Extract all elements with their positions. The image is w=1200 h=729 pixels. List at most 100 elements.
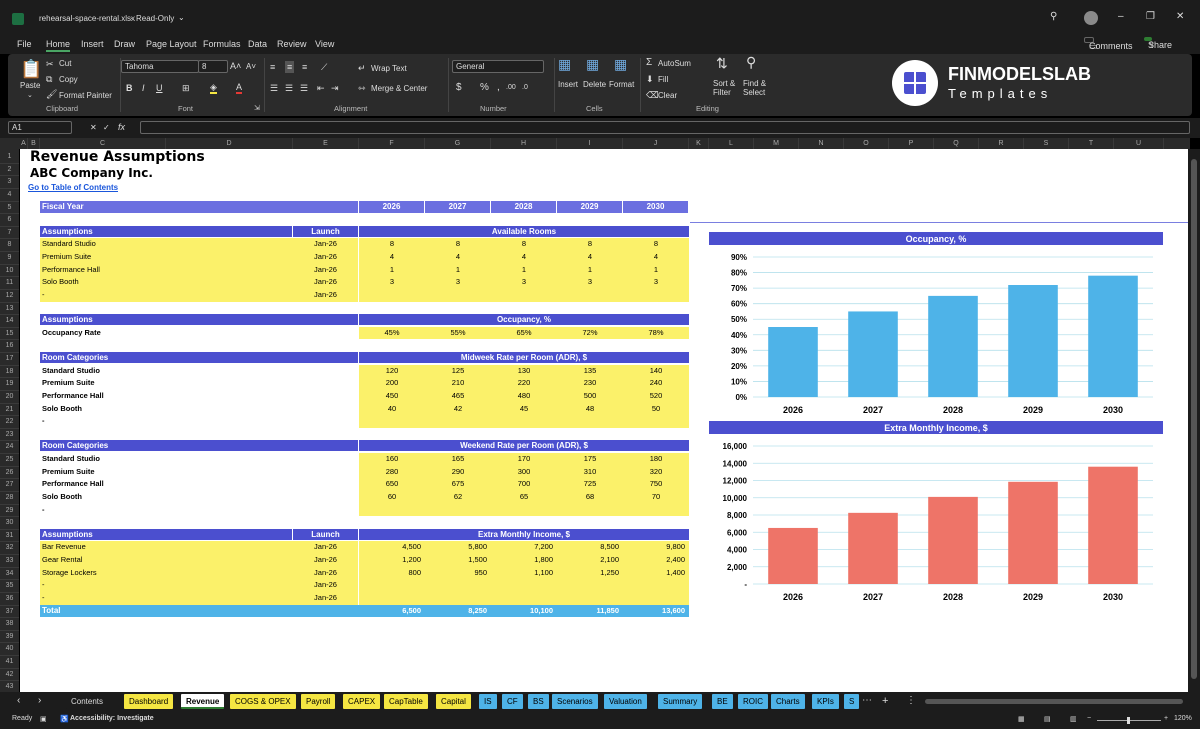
delete-cells-button[interactable]: Delete xyxy=(583,80,606,89)
currency-icon[interactable]: $ xyxy=(456,83,462,93)
bar[interactable] xyxy=(1008,481,1058,584)
sheet-tab-dashboard[interactable]: Dashboard xyxy=(124,694,174,709)
row-header[interactable]: 10 xyxy=(0,265,19,278)
formula-input[interactable] xyxy=(140,121,1190,134)
next-sheet-icon[interactable]: › xyxy=(38,696,41,706)
sheet-tab-capex[interactable]: CAPEX xyxy=(343,694,381,709)
row-header[interactable]: 27 xyxy=(0,479,19,492)
row-header[interactable]: 31 xyxy=(0,530,19,543)
horizontal-scrollbar[interactable] xyxy=(925,699,1183,704)
zoom-slider-thumb[interactable] xyxy=(1127,717,1130,724)
column-header[interactable]: N xyxy=(799,138,844,149)
row-header[interactable]: 33 xyxy=(0,555,19,568)
font-name-select[interactable]: Tahoma xyxy=(121,60,199,73)
add-sheet-icon[interactable]: + xyxy=(882,696,888,707)
font-size-select[interactable]: 8 xyxy=(198,60,228,73)
chevron-down-icon[interactable]: ⌄ xyxy=(178,13,185,23)
borders-icon[interactable]: ⊞ xyxy=(182,83,190,93)
row-header[interactable]: 1 xyxy=(0,151,19,164)
bold-icon[interactable]: B xyxy=(126,83,133,93)
row-header[interactable]: 9 xyxy=(0,252,19,265)
row-header[interactable]: 14 xyxy=(0,315,19,328)
italic-icon[interactable]: I xyxy=(142,83,145,93)
underline-icon[interactable]: U xyxy=(156,83,163,93)
align-right-icon[interactable]: ☰ xyxy=(300,83,308,93)
column-header[interactable]: I xyxy=(557,138,623,149)
row-header[interactable]: 42 xyxy=(0,669,19,682)
paste-button[interactable]: Paste xyxy=(20,81,40,90)
column-header[interactable]: K xyxy=(689,138,709,149)
row-header[interactable]: 18 xyxy=(0,366,19,379)
sheet-tab-cf[interactable]: CF xyxy=(502,694,523,709)
page-break-view-icon[interactable]: ▥ xyxy=(1070,715,1077,723)
row-header[interactable]: 34 xyxy=(0,568,19,581)
page-layout-view-icon[interactable]: ▤ xyxy=(1044,715,1051,723)
zoom-level[interactable]: 120% xyxy=(1174,715,1192,722)
sheet-tab-be[interactable]: BE xyxy=(712,694,733,709)
grow-font-icon[interactable]: A˄ xyxy=(230,61,241,71)
row-header[interactable]: 29 xyxy=(0,505,19,518)
sheet-tab-cogs-opex[interactable]: COGS & OPEX xyxy=(230,694,296,709)
column-header[interactable]: L xyxy=(709,138,754,149)
menu-formulas[interactable]: Formulas xyxy=(203,39,241,49)
comments-button[interactable]: ▭ Comments xyxy=(1084,37,1133,51)
worksheet-grid[interactable]: Revenue Assumptions ABC Company Inc. Go … xyxy=(20,149,1188,692)
menu-data[interactable]: Data xyxy=(248,39,267,49)
row-header[interactable]: 36 xyxy=(0,593,19,606)
align-center-icon[interactable]: ☰ xyxy=(285,83,293,93)
column-header[interactable]: M xyxy=(754,138,799,149)
prev-sheet-icon[interactable]: ‹ xyxy=(17,696,20,706)
font-color-icon[interactable]: A xyxy=(236,82,243,94)
chart-0[interactable]: Occupancy, % 0% 10% 20% 30% 40% 50% 60% 70% 80% 90… xyxy=(709,232,1163,415)
more-options-icon[interactable]: ⋮ xyxy=(906,696,916,706)
bar[interactable] xyxy=(1088,466,1138,584)
sheet-tab-is[interactable]: IS xyxy=(479,694,497,709)
fill-color-icon[interactable]: ◈ xyxy=(210,82,217,94)
sheet-tab-roic[interactable]: ROIC xyxy=(738,694,768,709)
row-header[interactable]: 39 xyxy=(0,631,19,644)
dialog-launcher-icon[interactable]: ⇲ xyxy=(254,104,260,114)
fill-button[interactable]: Fill xyxy=(658,75,668,84)
normal-view-icon[interactable]: ▦ xyxy=(1018,715,1025,723)
row-header[interactable]: 15 xyxy=(0,328,19,341)
sheet-tab-payroll[interactable]: Payroll xyxy=(301,694,336,709)
align-top-icon[interactable]: ≡ xyxy=(270,62,275,72)
column-header[interactable]: D xyxy=(166,138,293,149)
row-header[interactable]: 37 xyxy=(0,606,19,619)
autosum-button[interactable]: AutoSum xyxy=(658,59,691,68)
column-header[interactable]: J xyxy=(623,138,689,149)
column-header[interactable]: A xyxy=(20,138,28,149)
row-header[interactable]: 32 xyxy=(0,542,19,556)
share-button[interactable]: ⇪ Share xyxy=(1144,37,1172,50)
accessibility-status[interactable]: Accessibility: Investigate xyxy=(70,715,154,722)
row-header[interactable]: 11 xyxy=(0,277,19,290)
bar[interactable] xyxy=(848,311,898,397)
sheet-tab-summary[interactable]: Summary xyxy=(658,694,703,709)
row-header[interactable]: 30 xyxy=(0,517,19,530)
sheet-tab-kpis[interactable]: KPIs xyxy=(812,694,839,709)
bar[interactable] xyxy=(768,527,818,584)
row-header[interactable]: 22 xyxy=(0,416,19,429)
row-header[interactable]: 28 xyxy=(0,492,19,505)
comma-style-icon[interactable]: , xyxy=(497,83,500,93)
decrease-indent-icon[interactable]: ⇤ xyxy=(317,83,325,93)
row-header[interactable]: 38 xyxy=(0,618,19,631)
bar[interactable] xyxy=(1008,285,1058,397)
column-header[interactable]: O xyxy=(844,138,889,149)
sheet-tab-capital[interactable]: Capital xyxy=(436,694,471,709)
menu-review[interactable]: Review xyxy=(277,39,307,49)
column-header[interactable]: E xyxy=(293,138,359,149)
zoom-in-icon[interactable]: + xyxy=(1164,715,1168,722)
row-header[interactable]: 40 xyxy=(0,643,19,657)
bar[interactable] xyxy=(848,512,898,584)
row-header[interactable]: 3 xyxy=(0,176,19,189)
column-header[interactable]: P xyxy=(889,138,934,149)
row-header[interactable]: 41 xyxy=(0,656,19,669)
column-header[interactable]: C xyxy=(40,138,166,149)
increase-decimal-icon[interactable]: .00 xyxy=(506,83,516,93)
menu-home[interactable]: Home xyxy=(46,39,71,52)
decrease-decimal-icon[interactable]: .0 xyxy=(522,83,528,93)
number-format-select[interactable]: General xyxy=(452,60,544,73)
row-header[interactable]: 24 xyxy=(0,441,19,455)
row-header[interactable]: 25 xyxy=(0,454,19,467)
